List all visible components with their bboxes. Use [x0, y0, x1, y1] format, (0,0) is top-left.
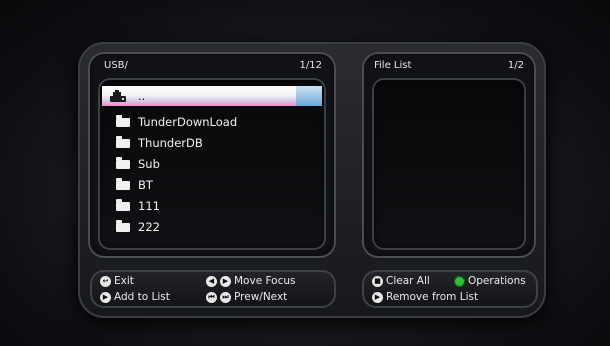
arrow-right-icon: ▶ — [220, 276, 231, 287]
folder-panel: USB/ 1/12 .. TunderDownLoad ThunderDB Su… — [88, 52, 336, 258]
list-item-parent[interactable]: .. — [98, 86, 326, 106]
clear-all-hint[interactable]: ■ Clear All — [372, 274, 430, 289]
operations-hint[interactable]: Operations — [454, 274, 526, 289]
move-focus-hint[interactable]: ◀ ▶ Move Focus — [206, 274, 295, 289]
folder-item[interactable]: BT — [98, 175, 326, 195]
back-icon: ↩ — [100, 276, 111, 287]
folder-item-label: 111 — [138, 199, 160, 213]
file-list[interactable] — [372, 78, 526, 250]
prev-next-hint[interactable]: ⏮ ⏭ Prew/Next — [206, 290, 287, 305]
folder-item[interactable]: TunderDownLoad — [98, 112, 326, 132]
arrow-left-icon: ◀ — [206, 276, 217, 287]
skip-prev-icon: ⏮ — [206, 292, 217, 303]
folder-hints-bar: ↩ Exit ◀ ▶ Move Focus ▶ Add to List ⏮ ⏭ Prew/N… — [90, 270, 336, 308]
file-list-hints-bar: ■ Clear All Operations ▶ Remove from List — [362, 270, 538, 308]
file-browser-frame: USB/ 1/12 .. TunderDownLoad ThunderDB Su… — [78, 42, 546, 318]
current-path: USB/ — [104, 60, 128, 71]
usb-device-icon — [108, 89, 128, 103]
folder-icon — [116, 178, 130, 190]
skip-next-icon: ⏭ — [220, 292, 231, 303]
stop-icon: ■ — [372, 276, 383, 287]
green-button-icon — [454, 276, 465, 287]
file-list-title: File List — [374, 60, 412, 71]
folder-item[interactable]: 111 — [98, 196, 326, 216]
folder-item[interactable]: ThunderDB — [98, 133, 326, 153]
folder-icon — [116, 157, 130, 169]
list-item-label: .. — [138, 89, 146, 103]
add-to-list-hint[interactable]: ▶ Add to List — [100, 290, 170, 305]
folder-item-label: BT — [138, 178, 153, 192]
folder-icon — [116, 115, 130, 127]
folder-icon — [116, 199, 130, 211]
play-pause-icon: ▶ — [100, 292, 111, 303]
folder-page-indicator: 1/12 — [299, 60, 322, 71]
folder-list[interactable]: .. TunderDownLoad ThunderDB Sub BT 111 2… — [98, 78, 326, 250]
folder-item[interactable]: 222 — [98, 217, 326, 237]
folder-item-label: TunderDownLoad — [138, 115, 238, 129]
file-list-page-indicator: 1/2 — [507, 60, 524, 71]
folder-icon — [116, 136, 130, 148]
folder-icon — [116, 220, 130, 232]
folder-item-label: 222 — [138, 220, 160, 234]
remove-from-list-hint[interactable]: ▶ Remove from List — [372, 290, 478, 305]
file-list-panel: File List 1/2 — [362, 52, 536, 258]
play-pause-icon: ▶ — [372, 292, 383, 303]
selection-highlight — [102, 86, 322, 106]
exit-hint[interactable]: ↩ Exit — [100, 274, 134, 289]
folder-item[interactable]: Sub — [98, 154, 326, 174]
folder-item-label: ThunderDB — [138, 136, 203, 150]
folder-item-label: Sub — [138, 157, 160, 171]
